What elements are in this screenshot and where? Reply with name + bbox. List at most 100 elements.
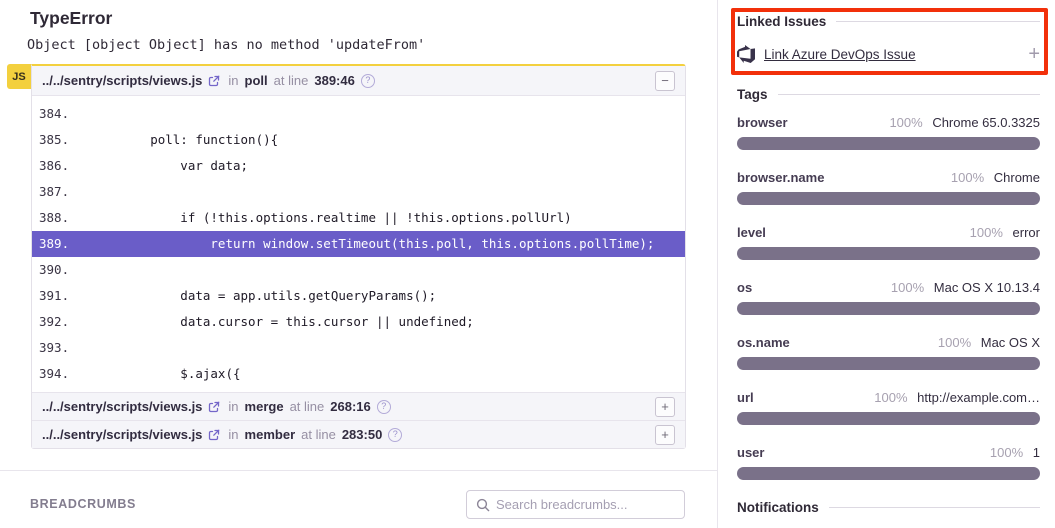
tag-row[interactable]: os.name 100% Mac OS X: [737, 335, 1040, 370]
external-link-icon[interactable]: [208, 429, 220, 441]
tag-value-link[interactable]: http://example.com…: [917, 390, 1040, 405]
tag-value-link[interactable]: 1: [1033, 445, 1040, 460]
line-number: 394.: [32, 361, 90, 387]
tag-percent: 100%: [990, 445, 1023, 460]
breadcrumbs-section-title: BREADCRUMBS: [30, 497, 136, 511]
section-divider: [0, 470, 717, 471]
code-line: 390.: [32, 257, 685, 283]
line-number: 392.: [32, 309, 90, 335]
tag-distribution-bar[interactable]: [737, 247, 1040, 260]
tag-distribution-bar[interactable]: [737, 302, 1040, 315]
link-issue-row[interactable]: Link Azure DevOps Issue +: [737, 44, 1040, 64]
frame-at-label: at line: [274, 73, 309, 88]
line-number: 388.: [32, 205, 90, 231]
tag-distribution-bar[interactable]: [737, 137, 1040, 150]
stack-frame-collapsed[interactable]: ../../sentry/scripts/views.js in merge a…: [32, 392, 685, 420]
search-input[interactable]: [496, 497, 684, 512]
issue-detail-page: TypeError Object [object Object] has no …: [0, 0, 1055, 528]
code-text: return window.setTimeout(this.poll, this…: [90, 231, 654, 257]
tag-row[interactable]: url 100% http://example.com…: [737, 390, 1040, 425]
tag-row[interactable]: browser.name 100% Chrome: [737, 170, 1040, 205]
tag-name-link[interactable]: url: [737, 390, 754, 405]
tag-distribution-bar[interactable]: [737, 357, 1040, 370]
frame-in-label: in: [228, 399, 238, 414]
frame-in-label: in: [228, 427, 238, 442]
sidebar: Linked Issues Link Azure DevOps Issue + …: [737, 0, 1040, 515]
tag-value-link[interactable]: Mac OS X 10.13.4: [934, 280, 1040, 295]
stack-frame-collapsed[interactable]: ../../sentry/scripts/views.js in member …: [32, 420, 685, 448]
tag-percent: 100%: [874, 390, 907, 405]
tag-value-link[interactable]: error: [1013, 225, 1040, 240]
expand-frame-button[interactable]: +: [655, 425, 675, 445]
stack-frame-active[interactable]: ../../sentry/scripts/views.js in poll at…: [32, 66, 685, 96]
frame-file-link[interactable]: ../../sentry/scripts/views.js: [42, 73, 202, 88]
tag-percent: 100%: [938, 335, 971, 350]
breadcrumbs-search[interactable]: [466, 490, 685, 519]
expand-frame-button[interactable]: +: [655, 397, 675, 417]
code-line: 388. if (!this.options.realtime || !this…: [32, 205, 685, 231]
tag-value-link[interactable]: Chrome 65.0.3325: [932, 115, 1040, 130]
link-azure-devops-issue-link[interactable]: Link Azure DevOps Issue: [764, 47, 916, 62]
frame-file-link[interactable]: ../../sentry/scripts/views.js: [42, 399, 202, 414]
frame-in-label: in: [228, 73, 238, 88]
help-icon[interactable]: ?: [361, 74, 375, 88]
frame-function: merge: [245, 399, 284, 414]
external-link-icon[interactable]: [208, 401, 220, 413]
code-line: 391. data = app.utils.getQueryParams();: [32, 283, 685, 309]
line-number: 393.: [32, 335, 90, 361]
tag-name-link[interactable]: browser: [737, 115, 788, 130]
frame-line-number: 389:46: [314, 73, 354, 88]
external-link-icon[interactable]: [208, 75, 220, 87]
source-code-block: 384. 385. poll: function(){ 386. var dat…: [32, 96, 685, 392]
code-text: $.ajax({: [90, 361, 241, 387]
line-number: 384.: [32, 101, 90, 127]
tag-name-link[interactable]: level: [737, 225, 766, 240]
tag-name-link[interactable]: user: [737, 445, 764, 460]
code-line: 387.: [32, 179, 685, 205]
collapse-frame-button[interactable]: −: [655, 71, 675, 91]
tag-name-link[interactable]: os.name: [737, 335, 790, 350]
tags-title: Tags: [737, 87, 1040, 102]
line-number: 389.: [32, 231, 90, 257]
code-text: data = app.utils.getQueryParams();: [90, 283, 436, 309]
frame-line-number: 283:50: [342, 427, 382, 442]
tag-value-link[interactable]: Mac OS X: [981, 335, 1040, 350]
tag-percent: 100%: [951, 170, 984, 185]
frame-at-label: at line: [290, 399, 325, 414]
code-line: 389. return window.setTimeout(this.poll,…: [32, 231, 685, 257]
line-number: 387.: [32, 179, 90, 205]
search-icon: [476, 498, 490, 512]
tag-value-link[interactable]: Chrome: [994, 170, 1040, 185]
code-text: if (!this.options.realtime || !this.opti…: [90, 205, 572, 231]
tag-row[interactable]: os 100% Mac OS X 10.13.4: [737, 280, 1040, 315]
stack-trace: ../../sentry/scripts/views.js in poll at…: [31, 64, 686, 449]
code-line: 393.: [32, 335, 685, 361]
code-text: var data;: [90, 153, 248, 179]
tag-row[interactable]: level 100% error: [737, 225, 1040, 260]
tag-distribution-bar[interactable]: [737, 412, 1040, 425]
code-line: 392. data.cursor = this.cursor || undefi…: [32, 309, 685, 335]
azure-devops-icon: [737, 45, 755, 63]
add-linked-issue-button[interactable]: +: [1028, 44, 1040, 64]
notifications-title: Notifications: [737, 500, 1040, 515]
error-message: Object [object Object] has no method 'up…: [27, 37, 425, 53]
linked-issues-section: Linked Issues Link Azure DevOps Issue +: [737, 14, 1040, 64]
line-number: 390.: [32, 257, 90, 283]
code-line: 394. $.ajax({: [32, 361, 685, 387]
frame-file-link[interactable]: ../../sentry/scripts/views.js: [42, 427, 202, 442]
tag-name-link[interactable]: os: [737, 280, 752, 295]
linked-issues-title: Linked Issues: [737, 14, 1040, 29]
tag-row[interactable]: user 100% 1: [737, 445, 1040, 480]
help-icon[interactable]: ?: [388, 428, 402, 442]
tag-row[interactable]: browser 100% Chrome 65.0.3325: [737, 115, 1040, 150]
tag-distribution-bar[interactable]: [737, 192, 1040, 205]
tag-distribution-bar[interactable]: [737, 467, 1040, 480]
tag-percent: 100%: [889, 115, 922, 130]
tag-percent: 100%: [891, 280, 924, 295]
tag-name-link[interactable]: browser.name: [737, 170, 824, 185]
tags-section: Tags browser 100% Chrome 65.0.3325 br: [737, 87, 1040, 480]
tag-percent: 100%: [970, 225, 1003, 240]
page-title: TypeError: [30, 8, 112, 29]
help-icon[interactable]: ?: [377, 400, 391, 414]
frame-line-number: 268:16: [330, 399, 370, 414]
